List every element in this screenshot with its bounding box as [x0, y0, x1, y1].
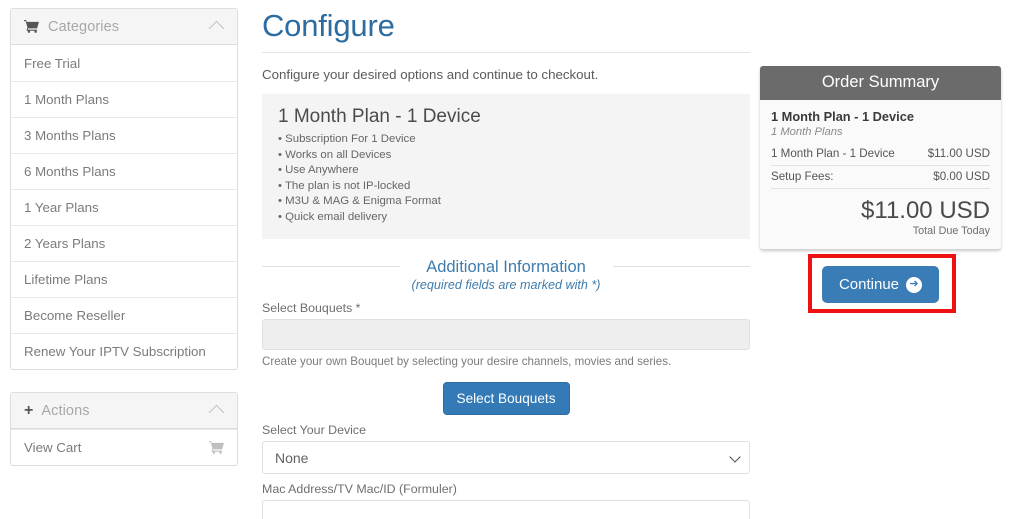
configure-page: Categories Free Trial 1 Month Plans 3 Mo…: [0, 0, 1024, 519]
sidebar-item-free-trial[interactable]: Free Trial: [11, 45, 237, 81]
sidebar-item-label: Renew Your IPTV Subscription: [24, 344, 206, 359]
actions-panel: + Actions View Cart: [10, 392, 238, 466]
chevron-up-icon[interactable]: [208, 20, 225, 37]
sidebar-item-6-months-plans[interactable]: 6 Months Plans: [11, 153, 237, 189]
legend-rule-left: [262, 265, 400, 267]
page-title: Configure: [262, 8, 395, 43]
actions-panel-header[interactable]: + Actions: [11, 393, 237, 429]
categories-panel: Categories Free Trial 1 Month Plans 3 Mo…: [10, 8, 238, 370]
sidebar-item-2-years-plans[interactable]: 2 Years Plans: [11, 225, 237, 261]
shopping-cart-icon: [24, 20, 39, 33]
order-summary-product-name: 1 Month Plan - 1 Device: [771, 109, 914, 124]
order-summary-title: Order Summary: [760, 66, 1001, 100]
actions-panel-title: Actions: [41, 402, 90, 419]
select-bouquets-helper: Create your own Bouquet by selecting you…: [262, 355, 672, 368]
plan-feature: M3U & MAG & Enigma Format: [278, 194, 734, 210]
plan-summary-box: 1 Month Plan - 1 Device Subscription For…: [262, 94, 750, 239]
categories-list: Free Trial 1 Month Plans 3 Months Plans …: [11, 45, 237, 369]
order-summary-body: 1 Month Plan - 1 Device 1 Month Plans 1 …: [760, 100, 1001, 249]
sidebar-item-label: Free Trial: [24, 55, 81, 71]
sidebar-item-label: View Cart: [24, 440, 82, 455]
sidebar-item-label: 1 Month Plans: [24, 92, 110, 107]
sidebar-item-renew-iptv-subscription[interactable]: Renew Your IPTV Subscription: [11, 333, 237, 369]
continue-button-label: Continue: [838, 276, 900, 293]
continue-button[interactable]: Continue ➜: [822, 266, 939, 303]
order-summary-row: 1 Month Plan - 1 Device $11.00 USD: [771, 143, 990, 165]
sidebar-item-view-cart[interactable]: View Cart: [11, 429, 237, 465]
sidebar-item-label: 1 Year Plans: [24, 200, 99, 215]
plan-feature: Use Anywhere: [278, 163, 734, 179]
order-summary-row-label: Setup Fees:: [771, 170, 834, 183]
sidebar-item-label: Become Reseller: [24, 308, 126, 323]
select-device-dropdown[interactable]: None: [262, 441, 750, 474]
order-summary-row-label: 1 Month Plan - 1 Device: [771, 147, 895, 160]
sidebar-item-3-months-plans[interactable]: 3 Months Plans: [11, 117, 237, 153]
select-bouquets-label: Select Bouquets *: [262, 301, 361, 315]
shopping-cart-icon: [209, 441, 224, 454]
order-summary-row-value: $0.00 USD: [933, 170, 990, 183]
plan-name: 1 Month Plan - 1 Device: [278, 106, 481, 127]
legend-rule-right: [612, 265, 751, 267]
order-summary-row: Setup Fees: $0.00 USD: [771, 165, 990, 188]
select-bouquets-input[interactable]: [262, 319, 750, 350]
order-summary-product-category: 1 Month Plans: [771, 126, 843, 138]
main-content: Configure Configure your desired options…: [262, 0, 751, 519]
plan-feature: Subscription For 1 Device: [278, 132, 734, 148]
page-lead-text: Configure your desired options and conti…: [262, 67, 599, 82]
plan-feature: Quick email delivery: [278, 210, 734, 226]
sidebar-item-1-month-plans[interactable]: 1 Month Plans: [11, 81, 237, 117]
required-fields-note: (required fields are marked with *): [411, 278, 601, 292]
select-device-wrap: None: [262, 441, 750, 474]
mac-address-input[interactable]: [262, 500, 750, 519]
additional-information-title: Additional Information: [426, 258, 586, 276]
categories-panel-header[interactable]: Categories: [11, 9, 237, 45]
chevron-up-icon[interactable]: [208, 404, 225, 421]
plan-feature-list: Subscription For 1 Device Works on all D…: [278, 132, 734, 225]
plus-icon: +: [24, 401, 34, 419]
sidebar-item-lifetime-plans[interactable]: Lifetime Plans: [11, 261, 237, 297]
mac-address-label: Mac Address/TV Mac/ID (Formuler): [262, 482, 457, 496]
sidebar-item-label: 6 Months Plans: [24, 164, 116, 179]
select-bouquets-button-wrap: Select Bouquets: [262, 382, 750, 415]
plan-feature: The plan is not IP-locked: [278, 179, 734, 195]
order-summary-total: $11.00 USD: [861, 197, 990, 224]
categories-panel-title: Categories: [48, 18, 120, 35]
additional-information-legend: Additional Information (required fields …: [262, 257, 751, 293]
sidebar-item-label: Lifetime Plans: [24, 272, 108, 287]
select-bouquets-button[interactable]: Select Bouquets: [442, 382, 570, 415]
arrow-right-circle-icon: ➜: [906, 276, 923, 293]
title-divider: [262, 52, 750, 53]
plan-feature: Works on all Devices: [278, 148, 734, 164]
sidebar-item-label: 2 Years Plans: [24, 236, 106, 251]
select-device-label: Select Your Device: [262, 423, 367, 437]
sidebar-item-become-reseller[interactable]: Become Reseller: [11, 297, 237, 333]
sidebar-item-1-year-plans[interactable]: 1 Year Plans: [11, 189, 237, 225]
order-summary-panel: Order Summary 1 Month Plan - 1 Device 1 …: [760, 66, 1001, 249]
legend-text-group: Additional Information (required fields …: [400, 257, 613, 293]
sidebar: Categories Free Trial 1 Month Plans 3 Mo…: [10, 8, 238, 488]
sidebar-item-label: 3 Months Plans: [24, 128, 116, 143]
order-summary-row-value: $11.00 USD: [927, 147, 990, 160]
order-summary-total-label: Total Due Today: [912, 225, 990, 237]
